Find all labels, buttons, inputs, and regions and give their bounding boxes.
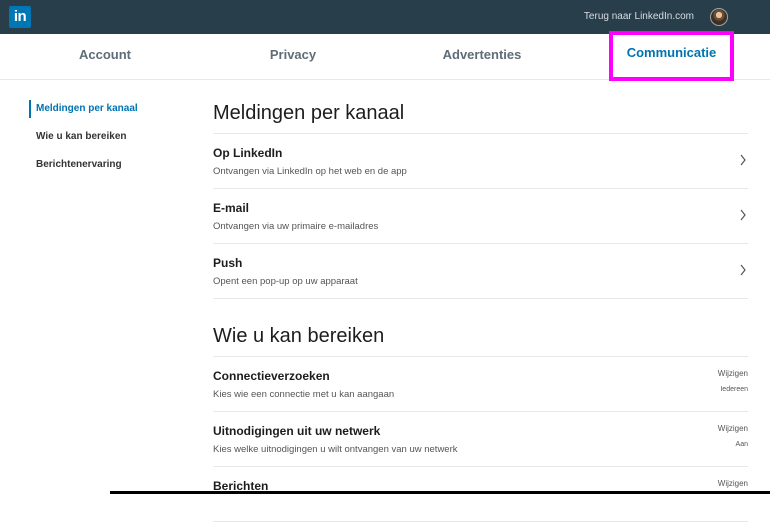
setting-description: Kies welke uitnodigingen u wilt ontvange… xyxy=(213,444,458,455)
setting-title: Uitnodigingen uit uw netwerk xyxy=(213,424,381,438)
setting-row-email[interactable]: E-mail Ontvangen via uw primaire e-maila… xyxy=(213,189,748,244)
setting-description: Opent een pop-up op uw apparaat xyxy=(213,276,358,287)
sidebar-item-wie-u-kan-bereiken[interactable]: Wie u kan bereiken xyxy=(29,128,189,146)
setting-title: E-mail xyxy=(213,201,250,215)
setting-title: Op LinkedIn xyxy=(213,146,283,160)
tab-account[interactable]: Account xyxy=(52,34,158,80)
section-title: Meldingen per kanaal xyxy=(213,96,748,134)
sidebar-item-meldingen-per-kanaal[interactable]: Meldingen per kanaal xyxy=(29,100,189,118)
setting-description: Ontvangen via LinkedIn op het web en de … xyxy=(213,166,407,177)
linkedin-logo-icon[interactable]: in xyxy=(9,6,31,28)
change-link[interactable]: Wijzigen xyxy=(718,369,748,378)
setting-title: Connectieverzoeken xyxy=(213,369,330,383)
setting-row-berichten[interactable]: Berichten Wijzigen xyxy=(213,467,748,522)
setting-row-push[interactable]: Push Opent een pop-up op uw apparaat xyxy=(213,244,748,299)
tab-privacy[interactable]: Privacy xyxy=(240,34,346,80)
setting-row-connectieverzoeken[interactable]: Connectieverzoeken Kies wie een connecti… xyxy=(213,357,748,412)
sidebar-nav: Meldingen per kanaal Wie u kan bereiken … xyxy=(29,100,189,184)
change-link[interactable]: Wijzigen xyxy=(718,424,748,433)
tab-advertenties[interactable]: Advertenties xyxy=(420,34,544,80)
setting-description: Kies wie een connectie met u kan aangaan xyxy=(213,389,395,400)
chevron-right-icon[interactable] xyxy=(738,262,748,278)
change-link[interactable]: Wijzigen xyxy=(718,479,748,488)
setting-title: Push xyxy=(213,256,243,270)
chevron-right-icon[interactable] xyxy=(738,152,748,168)
section-title: Wie u kan bereiken xyxy=(213,319,748,357)
settings-tabs: Account Privacy Advertenties Communicati… xyxy=(0,31,770,81)
setting-description: Ontvangen via uw primaire e-mailadres xyxy=(213,221,379,232)
top-bar: in Terug naar LinkedIn.com xyxy=(0,0,770,34)
main-content: Meldingen per kanaal Op LinkedIn Ontvang… xyxy=(213,96,748,522)
sidebar-item-berichtenervaring[interactable]: Berichtenervaring xyxy=(29,156,189,174)
setting-row-uitnodigingen[interactable]: Uitnodigingen uit uw netwerk Kies welke … xyxy=(213,412,748,467)
chevron-right-icon[interactable] xyxy=(738,207,748,223)
setting-row-op-linkedin[interactable]: Op LinkedIn Ontvangen via LinkedIn op he… xyxy=(213,134,748,189)
tab-communicatie[interactable]: Communicatie xyxy=(609,31,734,81)
setting-value: Aan xyxy=(735,441,748,448)
user-avatar-icon[interactable] xyxy=(710,8,728,26)
back-to-linkedin-link[interactable]: Terug naar LinkedIn.com xyxy=(584,11,694,22)
section-meldingen-per-kanaal: Meldingen per kanaal Op LinkedIn Ontvang… xyxy=(213,96,748,299)
setting-value: Iedereen xyxy=(720,386,748,393)
